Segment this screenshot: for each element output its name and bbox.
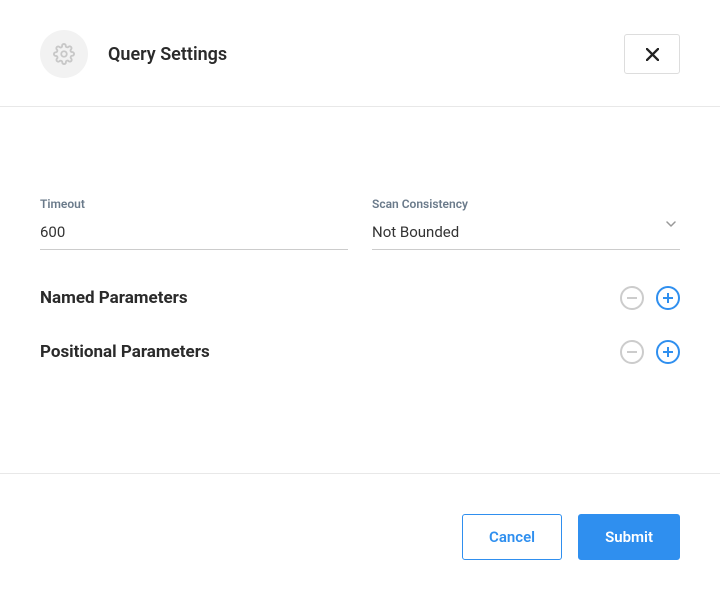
minus-icon — [627, 297, 637, 299]
scan-consistency-value: Not Bounded — [372, 223, 459, 241]
positional-parameters-section: Positional Parameters — [40, 340, 680, 364]
chevron-down-icon — [666, 221, 676, 227]
positional-parameters-title: Positional Parameters — [40, 342, 210, 362]
query-settings-modal: Query Settings Timeout Scan Consistency … — [0, 0, 720, 600]
timeout-group: Timeout — [40, 197, 348, 250]
modal-footer: Cancel Submit — [0, 473, 720, 600]
timeout-input[interactable] — [40, 219, 348, 250]
form-row: Timeout Scan Consistency Not Bounded — [40, 197, 680, 250]
positional-parameters-actions — [620, 340, 680, 364]
cancel-button[interactable]: Cancel — [462, 514, 562, 560]
plus-icon — [663, 293, 673, 303]
modal-body: Timeout Scan Consistency Not Bounded Nam… — [0, 107, 720, 473]
gear-icon — [53, 43, 75, 65]
timeout-label: Timeout — [40, 197, 348, 211]
named-remove-button[interactable] — [620, 286, 644, 310]
named-parameters-title: Named Parameters — [40, 288, 188, 308]
named-parameters-section: Named Parameters — [40, 286, 680, 310]
scan-consistency-select[interactable]: Not Bounded — [372, 219, 680, 250]
close-icon — [646, 48, 659, 61]
close-button[interactable] — [624, 34, 680, 74]
scan-consistency-label: Scan Consistency — [372, 197, 680, 211]
positional-remove-button[interactable] — [620, 340, 644, 364]
plus-icon — [663, 347, 673, 357]
submit-button[interactable]: Submit — [578, 514, 680, 560]
positional-add-button[interactable] — [656, 340, 680, 364]
named-add-button[interactable] — [656, 286, 680, 310]
modal-title: Query Settings — [108, 44, 624, 65]
named-parameters-actions — [620, 286, 680, 310]
minus-icon — [627, 351, 637, 353]
modal-header: Query Settings — [0, 0, 720, 107]
scan-consistency-group: Scan Consistency Not Bounded — [372, 197, 680, 250]
gear-icon-circle — [40, 30, 88, 78]
